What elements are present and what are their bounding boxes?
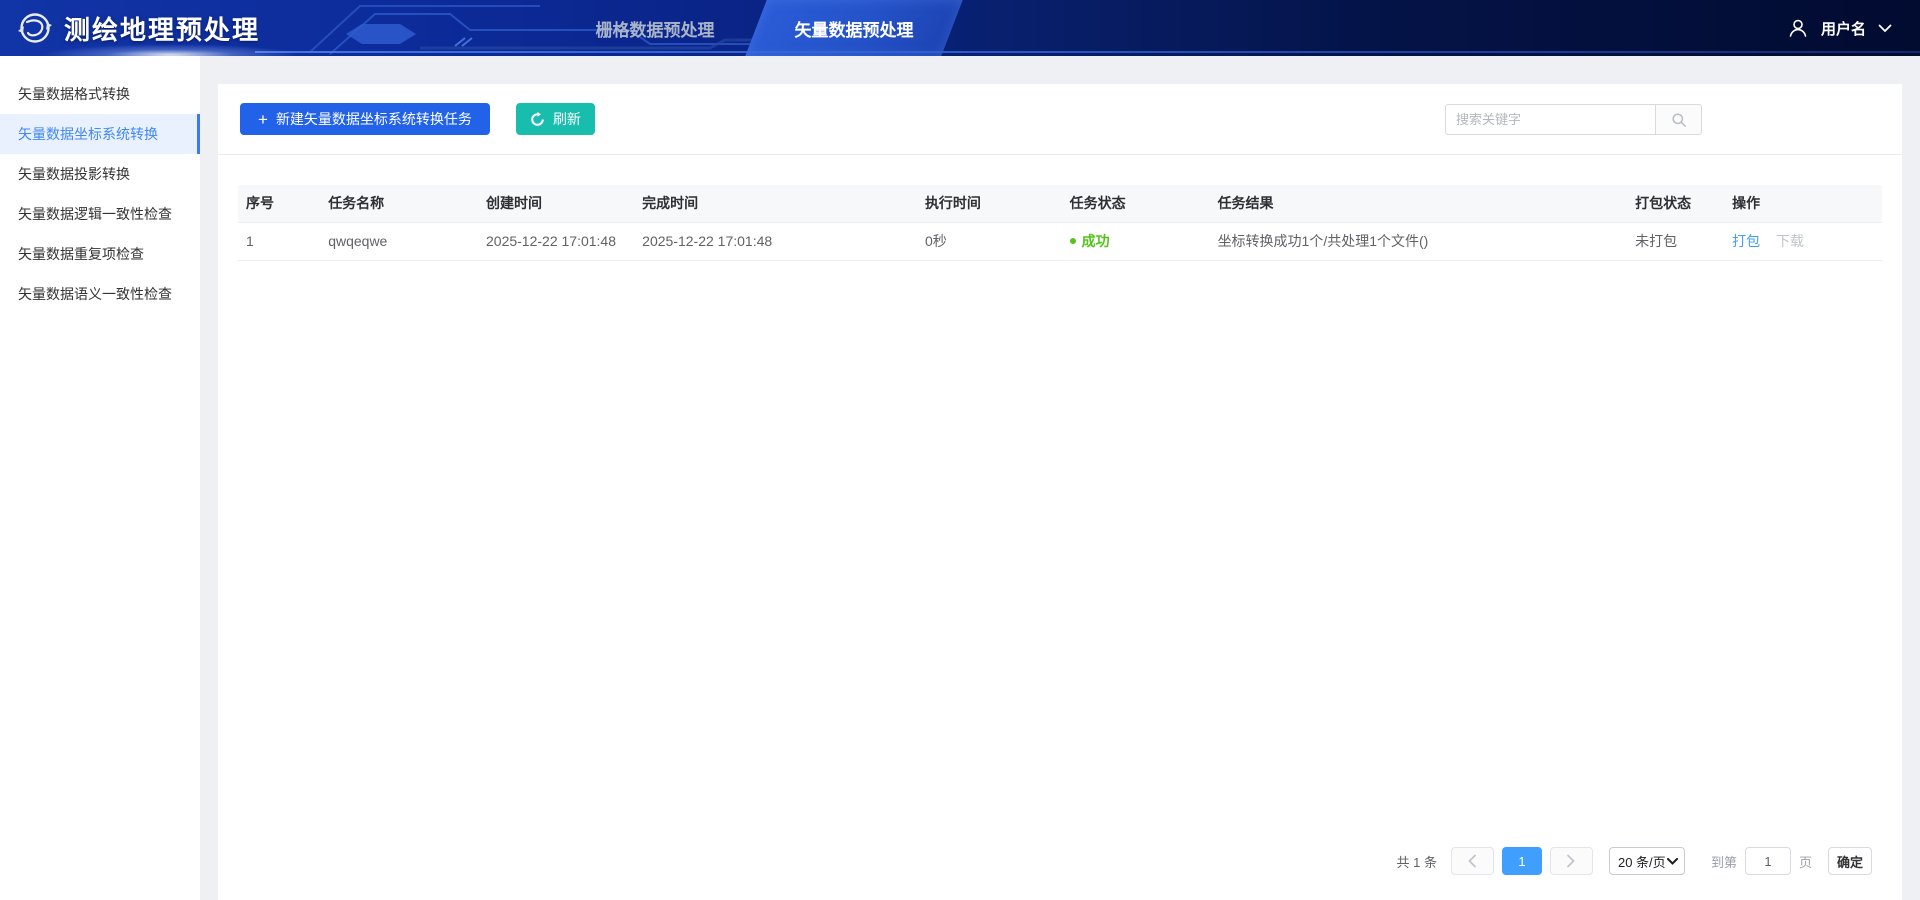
table-area: 序号 任务名称 创建时间 完成时间 执行时间 任务状态 任务结果 打包状态 操作… <box>218 155 1902 261</box>
search-button[interactable] <box>1655 104 1702 135</box>
user-name: 用户名 <box>1820 20 1866 38</box>
app-header: 测绘地理预处理 栅格数据预处理 矢量数据预处理 用户名 <box>0 0 1920 56</box>
cell-actions: 打包 下载 <box>1724 222 1882 261</box>
select-chevron-down-icon <box>1666 857 1678 865</box>
plus-icon: + <box>258 109 268 129</box>
cell-index: 1 <box>238 222 321 261</box>
page-number-button[interactable]: 1 <box>1501 847 1542 875</box>
status-dot-icon <box>1069 238 1076 244</box>
sidebar-item-duplicate-check[interactable]: 矢量数据重复项检查 <box>0 234 200 274</box>
col-package-status: 打包状态 <box>1627 185 1725 223</box>
goto-page-input[interactable] <box>1744 847 1791 875</box>
sidebar-item-projection-conversion[interactable]: 矢量数据投影转换 <box>0 154 200 194</box>
main-panel: + 新建矢量数据坐标系统转换任务 刷新 搜索关键字 序号 任务名称 创建时间 完… <box>218 84 1902 900</box>
cell-task-name: qwqeqwe <box>320 222 478 261</box>
col-created-at: 创建时间 <box>478 185 635 223</box>
header-accent-line <box>255 51 1920 53</box>
download-link[interactable]: 下载 <box>1776 233 1804 249</box>
cell-duration: 0秒 <box>916 222 1062 261</box>
cell-result: 坐标转换成功1个/共处理1个文件() <box>1209 222 1628 261</box>
table-header-row: 序号 任务名称 创建时间 完成时间 执行时间 任务状态 任务结果 打包状态 操作 <box>238 185 1882 223</box>
col-index: 序号 <box>238 185 321 223</box>
sidebar: 矢量数据格式转换 矢量数据坐标系统转换 矢量数据投影转换 矢量数据逻辑一致性检查… <box>0 56 200 900</box>
col-result: 任务结果 <box>1209 185 1628 223</box>
sidebar-item-coordinate-system-conversion[interactable]: 矢量数据坐标系统转换 <box>0 114 200 154</box>
status-badge: 成功 <box>1069 231 1110 251</box>
user-menu[interactable]: 用户名 <box>1787 0 1892 56</box>
user-icon <box>1789 19 1807 37</box>
chevron-down-icon <box>1878 24 1892 32</box>
tab-vector-preprocessing[interactable]: 矢量数据预处理 <box>745 0 963 56</box>
tasks-table: 序号 任务名称 创建时间 完成时间 执行时间 任务状态 任务结果 打包状态 操作… <box>238 185 1882 261</box>
prev-page-button[interactable] <box>1450 847 1494 875</box>
tab-raster-preprocessing[interactable]: 栅格数据预处理 <box>560 0 750 56</box>
search-input[interactable] <box>1445 104 1655 135</box>
col-actions: 操作 <box>1724 185 1882 223</box>
refresh-button[interactable]: 刷新 <box>515 103 595 135</box>
next-page-button[interactable] <box>1549 847 1593 875</box>
new-task-button[interactable]: + 新建矢量数据坐标系统转换任务 <box>240 103 490 135</box>
cell-package-status: 未打包 <box>1627 222 1725 261</box>
sidebar-item-logical-consistency-check[interactable]: 矢量数据逻辑一致性检查 <box>0 194 200 234</box>
chevron-right-icon <box>1567 854 1576 868</box>
app-title: 测绘地理预处理 <box>64 14 261 45</box>
toolbar: + 新建矢量数据坐标系统转换任务 刷新 <box>218 84 1902 155</box>
cell-status: 成功 <box>1061 222 1210 261</box>
top-tabs: 栅格数据预处理 矢量数据预处理 <box>560 0 963 56</box>
chevron-left-icon <box>1468 854 1477 868</box>
col-finished-at: 完成时间 <box>634 185 917 223</box>
pagination-total: 共 1 条 <box>1396 854 1437 870</box>
header-glow <box>40 44 300 56</box>
col-status: 任务状态 <box>1061 185 1210 223</box>
page-size-select[interactable]: 20 条/页 <box>1608 847 1685 875</box>
search-icon <box>1671 112 1686 127</box>
cell-created-at: 2025-12-22 17:01:48 <box>478 222 635 261</box>
cell-finished-at: 2025-12-22 17:01:48 <box>634 222 917 261</box>
table-row: 1 qwqeqwe 2025-12-22 17:01:48 2025-12-22… <box>238 222 1882 261</box>
pagination: 共 1 条 1 20 条/页 到第 页 确定 <box>1396 847 1872 875</box>
package-link[interactable]: 打包 <box>1732 233 1760 249</box>
goto-confirm-button[interactable]: 确定 <box>1828 847 1872 875</box>
sidebar-item-semantic-consistency-check[interactable]: 矢量数据语义一致性检查 <box>0 274 200 314</box>
app-logo-icon <box>18 13 52 43</box>
search-box <box>1445 104 1702 135</box>
col-task-name: 任务名称 <box>320 185 478 223</box>
refresh-icon <box>531 111 544 126</box>
goto-prefix-label: 到第 <box>1710 854 1737 870</box>
sidebar-item-format-conversion[interactable]: 矢量数据格式转换 <box>0 74 200 114</box>
goto-suffix-label: 页 <box>1798 854 1812 870</box>
col-duration: 执行时间 <box>916 185 1062 223</box>
